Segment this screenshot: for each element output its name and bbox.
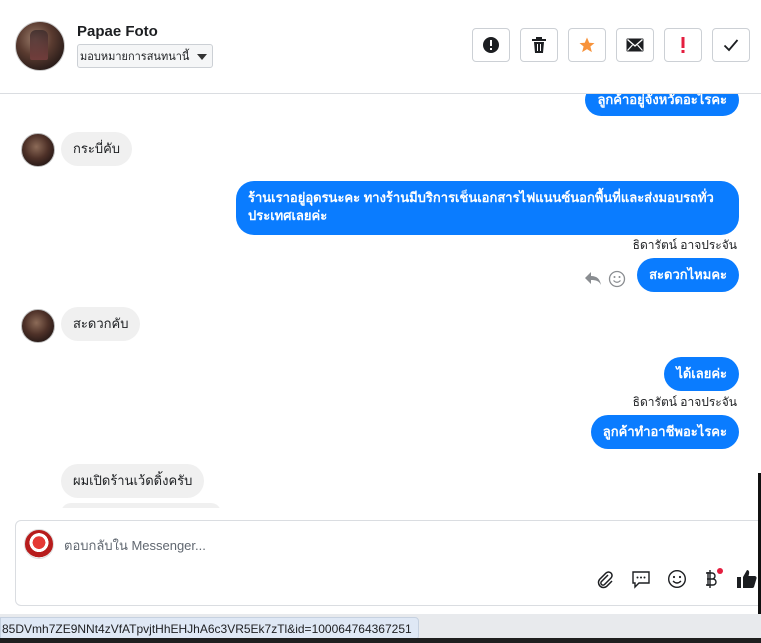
reply-icon[interactable]: [584, 270, 602, 286]
status-url: 85DVmh7ZE9NNt4zVfATpvjtHhEHJhA6c3VR5Ek7z…: [0, 617, 419, 640]
delete-button[interactable]: [520, 28, 558, 62]
message-incoming-partial: [61, 503, 221, 508]
like-icon: [737, 570, 757, 589]
message-thread[interactable]: ลูกค้าอยู่จังหวัดอะไรคะ กระบี่คับ ร้านเร…: [0, 94, 761, 508]
payment-baht-icon: [706, 568, 723, 588]
exclamation-icon: [681, 37, 685, 53]
message-outgoing[interactable]: ร้านเราอยู่อุดรนะคะ ทางร้านมีบริการเช็นเ…: [236, 181, 739, 235]
mark-done-button[interactable]: [712, 28, 750, 62]
contact-avatar-small: [21, 309, 55, 343]
star-icon: [579, 37, 595, 53]
sender-label: ธิดารัตน์ อาจประจัน: [632, 395, 737, 409]
report-spam-button[interactable]: [472, 28, 510, 62]
envelope-icon: [626, 38, 644, 52]
follow-up-button[interactable]: [664, 28, 702, 62]
message-outgoing[interactable]: ลูกค้าอยู่จังหวัดอะไรคะ: [585, 94, 739, 116]
emoji-icon: [667, 569, 687, 589]
assign-conversation-select[interactable]: มอบหมายการสนทนานี้: [77, 44, 213, 68]
message-incoming[interactable]: ผมเปิดร้านเว้ดดิ้งครับ: [61, 464, 205, 498]
message-outgoing[interactable]: ลูกค้าทำอาชีพอะไรคะ: [590, 415, 739, 449]
star-button[interactable]: [568, 28, 606, 62]
payment-button[interactable]: [701, 568, 723, 590]
chevron-down-icon: [197, 54, 207, 60]
conversation-header: Papae Foto มอบหมายการสนทนานี้: [0, 0, 761, 94]
assign-select-value: มอบหมายการสนทนานี้: [80, 50, 190, 63]
react-emoji-icon[interactable]: [608, 270, 626, 288]
attach-file-button[interactable]: [594, 568, 616, 590]
message-incoming[interactable]: กระบี่คับ: [61, 132, 133, 166]
trash-icon: [532, 37, 546, 53]
sender-label: ธิดารัตน์ อาจประจัน: [632, 238, 737, 252]
saved-replies-button[interactable]: [630, 568, 652, 590]
reply-input[interactable]: ตอบกลับใน Messenger...: [64, 535, 206, 556]
paperclip-icon: [597, 571, 613, 589]
mark-unread-button[interactable]: [616, 28, 654, 62]
contact-avatar-small: [21, 133, 55, 167]
reply-composer: [15, 520, 761, 606]
emoji-button[interactable]: [666, 568, 688, 590]
page-avatar: [24, 529, 54, 559]
taskbar-strip: [0, 638, 761, 643]
saved-replies-icon: [632, 571, 650, 589]
message-outgoing[interactable]: สะดวกไหมคะ: [637, 258, 739, 292]
check-icon: [723, 39, 739, 52]
exclamation-circle-icon: [483, 37, 499, 53]
message-outgoing[interactable]: ได้เลยค่ะ: [664, 357, 739, 391]
contact-avatar[interactable]: [15, 21, 65, 71]
like-button[interactable]: [736, 568, 758, 590]
contact-name[interactable]: Papae Foto: [77, 23, 158, 40]
message-incoming[interactable]: สะดวกคับ: [61, 307, 141, 341]
